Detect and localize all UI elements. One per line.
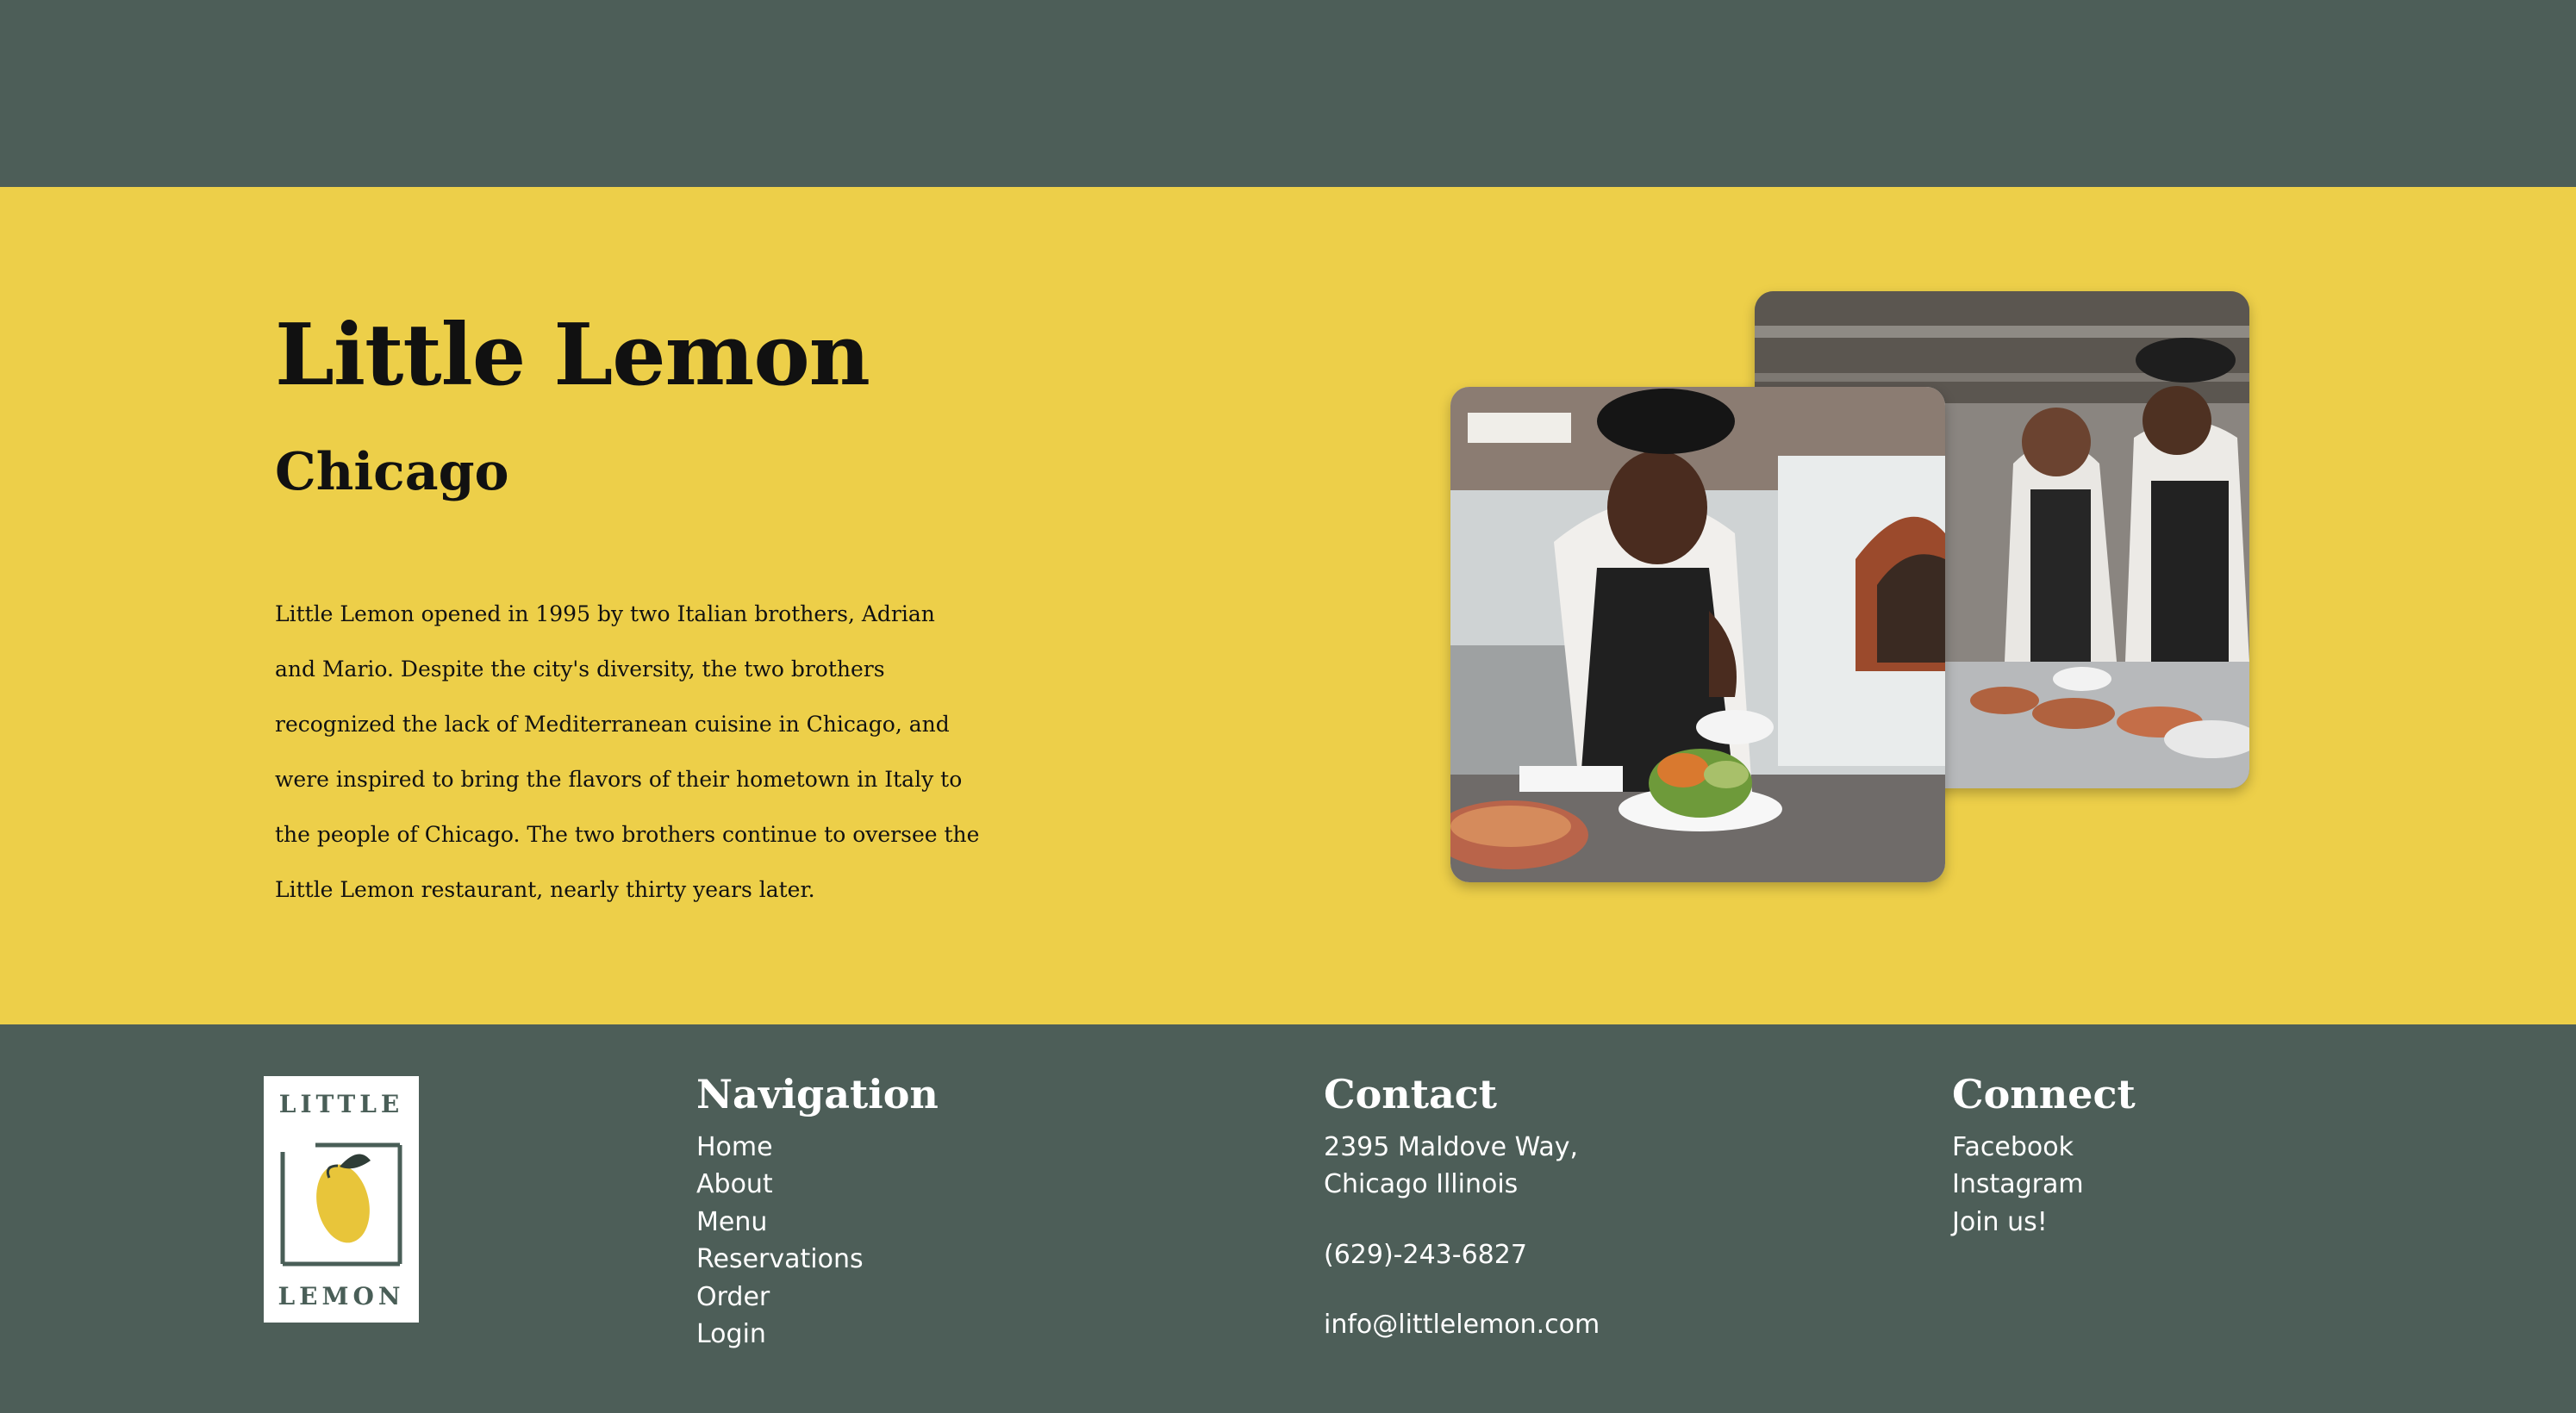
footer-navigation: Navigation Home About Menu Reservations …: [696, 1073, 939, 1354]
nav-link-order[interactable]: Order: [696, 1279, 939, 1317]
little-lemon-logo[interactable]: LITTLE LEMON: [264, 1076, 419, 1323]
address-line-1: 2395 Maldove Way,: [1324, 1131, 1579, 1162]
footer-connect: Connect Facebook Instagram Join us!: [1952, 1073, 2136, 1241]
instagram-link[interactable]: Instagram: [1952, 1166, 2136, 1204]
nav-link-reservations[interactable]: Reservations: [696, 1241, 939, 1279]
hero-section: Little Lemon Chicago Little Lemon opened…: [0, 187, 2576, 1024]
contact-heading: Contact: [1324, 1071, 1498, 1117]
facebook-link[interactable]: Facebook: [1952, 1129, 2136, 1167]
logo-text-bottom: LEMON: [278, 1282, 404, 1310]
footer-contact: Contact 2395 Maldove Way, Chicago Illino…: [1324, 1073, 1600, 1344]
restaurant-location: Chicago: [275, 442, 509, 502]
phone-link[interactable]: (629)-243-6827: [1324, 1236, 1600, 1274]
site-footer: LITTLE LEMON Navigation Home About Menu …: [0, 1024, 2576, 1413]
about-description: Little Lemon opened in 1995 by two Itali…: [275, 601, 980, 902]
nav-link-login[interactable]: Login: [696, 1316, 939, 1354]
email-link[interactable]: info@littlelemon.com: [1324, 1306, 1600, 1344]
address-line-2: Chicago Illinois: [1324, 1169, 1519, 1200]
chef-plating-salad-photo: [1450, 387, 1945, 882]
nav-link-about[interactable]: About: [696, 1166, 939, 1204]
nav-link-home[interactable]: Home: [696, 1129, 939, 1167]
logo-text-top: LITTLE: [279, 1090, 404, 1118]
navigation-heading: Navigation: [696, 1071, 939, 1117]
join-us-link[interactable]: Join us!: [1952, 1204, 2136, 1242]
nav-link-menu[interactable]: Menu: [696, 1204, 939, 1242]
restaurant-title: Little Lemon: [275, 306, 870, 405]
connect-heading: Connect: [1952, 1071, 2136, 1117]
header-bar: [0, 0, 2576, 187]
